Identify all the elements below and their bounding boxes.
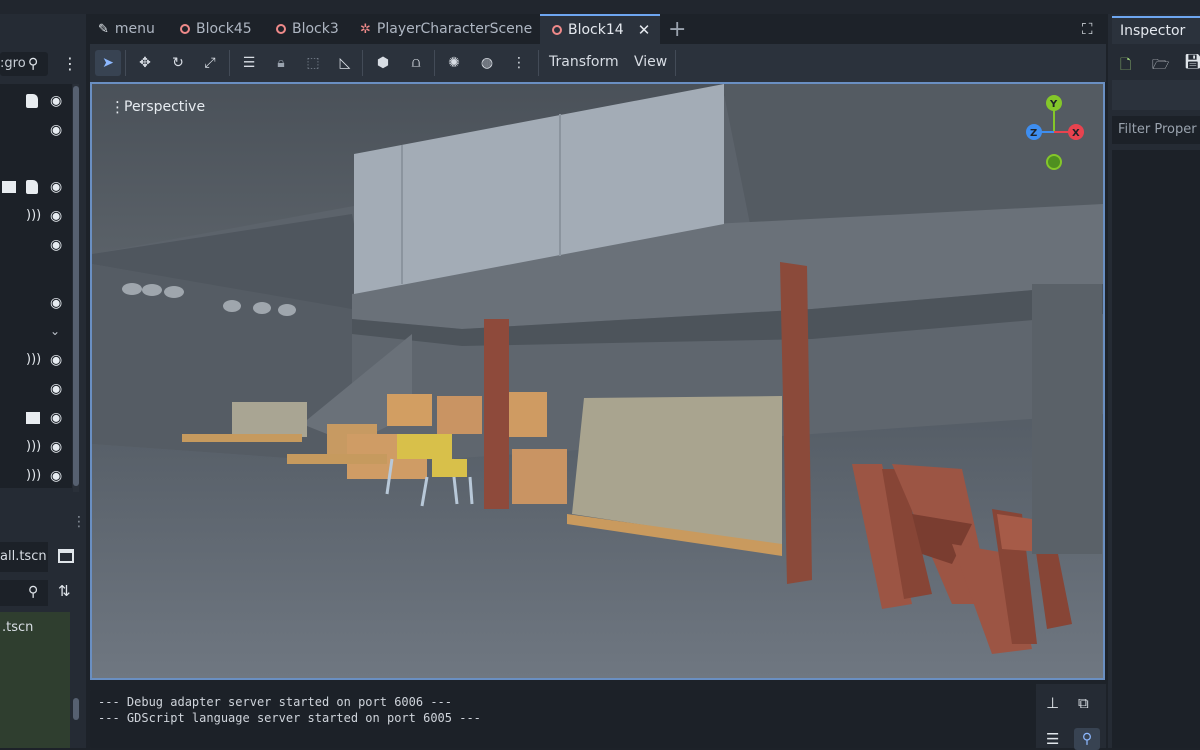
visibility-eye-icon[interactable]: ◉ [50, 93, 62, 109]
list-select-icon[interactable]: ☰ [236, 50, 262, 76]
node3d-icon [552, 25, 562, 35]
select-mode-icon[interactable]: ➤ [95, 50, 121, 76]
viewport-menu-icon[interactable]: ⋮ [110, 98, 125, 116]
3d-viewport[interactable]: ⋮ Perspective Y X Z [90, 82, 1105, 680]
visibility-eye-icon[interactable]: ◉ [50, 439, 62, 455]
node3d-icon [276, 24, 286, 34]
save-icon[interactable]: 💾︎ [1184, 54, 1200, 70]
toolbar-separator [538, 50, 539, 76]
new-resource-icon[interactable]: 🗋︎ [1120, 54, 1131, 78]
gizmo-z-label: Z [1030, 128, 1037, 139]
filesystem-search-input[interactable] [0, 580, 48, 606]
script-icon[interactable] [26, 180, 38, 194]
kebab-menu-icon[interactable]: ⋮ [62, 54, 78, 73]
toolbar-separator [229, 50, 230, 76]
signal-icon[interactable]: ))) [26, 208, 41, 223]
visibility-eye-icon[interactable]: ◉ [50, 410, 62, 426]
tab-block14[interactable]: Block14 ✕ [540, 14, 660, 44]
tab-playercharacterscene[interactable]: ✲ PlayerCharacterScene [360, 14, 536, 44]
title-strip [0, 0, 1200, 14]
add-tab-button[interactable]: + [668, 14, 688, 44]
dock-drag-handle-icon[interactable]: ⋮ [72, 514, 86, 530]
toolbar-separator [434, 50, 435, 76]
script-icon[interactable] [26, 94, 38, 108]
copy-output-icon[interactable]: ⧉ [1078, 694, 1089, 712]
tab-menu[interactable]: ✎ menu [98, 14, 168, 44]
scene-tree-scroll-thumb[interactable] [73, 86, 79, 486]
node3d-icon [180, 24, 190, 34]
output-panel[interactable]: --- Debug adapter server started on port… [90, 690, 1036, 748]
open-folder-icon[interactable]: 🗁︎ [1152, 54, 1169, 78]
output-line: --- GDScript language server started on … [98, 711, 481, 725]
window-toggle-icon[interactable] [58, 549, 74, 563]
signal-icon[interactable]: ))) [26, 352, 41, 367]
visibility-eye-icon[interactable]: ◉ [50, 295, 62, 311]
plus-icon: + [668, 16, 687, 42]
filter-properties-input[interactable]: Filter Proper [1112, 116, 1200, 144]
scene-render [92, 84, 1103, 678]
transform-menu[interactable]: Transform [549, 54, 619, 70]
toolbar-separator [125, 50, 126, 76]
visibility-eye-icon[interactable]: ◉ [50, 237, 62, 253]
search-icon[interactable]: ⚲ [28, 56, 38, 72]
rotate-mode-icon[interactable]: ↻ [165, 50, 191, 76]
move-mode-icon[interactable]: ✥ [132, 50, 158, 76]
scale-mode-icon[interactable]: ⤢ [197, 50, 223, 76]
tab-label: PlayerCharacterScene [376, 21, 533, 37]
toolbar-separator [675, 50, 676, 76]
clapboard-icon[interactable] [2, 181, 16, 193]
collapse-chevron-icon[interactable]: ⌄ [50, 324, 60, 338]
visibility-eye-icon[interactable]: ◉ [50, 468, 62, 484]
filesystem-item[interactable]: .tscn [2, 620, 33, 635]
local-space-icon[interactable]: ⬢ [370, 50, 396, 76]
visibility-eye-icon[interactable]: ◉ [50, 352, 62, 368]
group-icon[interactable]: ⬚ [300, 50, 326, 76]
clear-output-icon[interactable]: ⊥ [1046, 694, 1059, 712]
close-tab-icon[interactable]: ✕ [638, 21, 651, 39]
lock-icon[interactable]: 🔒︎ [268, 50, 294, 76]
gizmo-negative-y-icon[interactable] [1046, 154, 1062, 170]
perspective-label[interactable]: Perspective [124, 99, 205, 115]
scene-tree[interactable]: ◉ ◉ ◉ ))) ◉ ◉ ◉ ⌄ ))) ◉ ◉ ◉ ))) ◉ ))) ◉ [0, 84, 72, 488]
skeleton-icon: ✲ [360, 21, 371, 37]
tab-block45[interactable]: Block45 [180, 14, 264, 44]
output-line: --- Debug adapter server started on port… [98, 695, 453, 709]
visibility-eye-icon[interactable]: ◉ [50, 122, 62, 138]
visibility-eye-icon[interactable]: ◉ [50, 381, 62, 397]
view-menu[interactable]: View [634, 54, 667, 70]
search-icon[interactable]: ⚲ [28, 584, 38, 600]
orientation-gizmo[interactable]: Y X Z [1020, 92, 1086, 176]
environment-preview-icon[interactable]: ◍ [474, 50, 500, 76]
filter-lines-icon[interactable]: ☰ [1046, 730, 1059, 748]
tab-label: Block14 [568, 22, 624, 38]
tab-label: Block3 [292, 21, 339, 37]
inspector-history-bar [1112, 80, 1200, 110]
visibility-eye-icon[interactable]: ◉ [50, 179, 62, 195]
tab-inspector[interactable]: Inspector [1112, 16, 1200, 44]
visibility-eye-icon[interactable]: ◉ [50, 208, 62, 224]
tab-label: Block45 [196, 21, 252, 37]
distraction-free-icon[interactable]: ⛶ [1082, 20, 1093, 38]
kebab-menu-icon[interactable]: ⋮ [506, 50, 532, 76]
ruler-icon[interactable]: ◺ [332, 50, 358, 76]
tab-block3[interactable]: Block3 [276, 14, 348, 44]
scene-filter-input[interactable]: :gro [0, 52, 48, 76]
script-edit-icon: ✎ [98, 21, 109, 37]
filesystem-scroll-thumb[interactable] [73, 698, 79, 720]
sort-icon[interactable]: ⇅ [58, 582, 71, 600]
snap-icon[interactable]: ⩍ [403, 50, 429, 76]
inspector-body [1112, 150, 1200, 748]
gizmo-y-label: Y [1049, 99, 1058, 110]
sun-preview-icon[interactable]: ✺ [441, 50, 467, 76]
tab-label: menu [114, 21, 155, 37]
signal-icon[interactable]: ))) [26, 439, 41, 454]
gizmo-x-label: X [1072, 128, 1080, 139]
search-icon[interactable]: ⚲ [1074, 728, 1100, 750]
clapboard-icon[interactable] [26, 412, 40, 424]
signal-icon[interactable]: ))) [26, 468, 41, 483]
toolbar-separator [362, 50, 363, 76]
filesystem-path-tab[interactable]: all.tscn [0, 542, 48, 572]
